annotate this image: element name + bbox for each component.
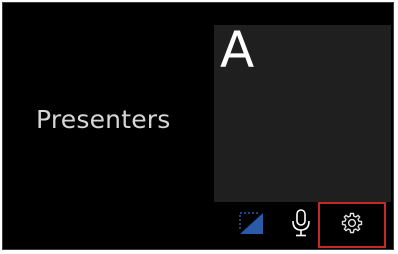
presenters-panel: Presenters A: [2, 2, 394, 250]
presenter-controls: [214, 202, 391, 248]
screen-share-button[interactable]: [234, 202, 268, 248]
screen-share-icon: [238, 211, 264, 240]
gear-icon: [340, 211, 364, 240]
presenter-initial: A: [220, 21, 255, 79]
presenters-label: Presenters: [36, 105, 171, 134]
microphone-button[interactable]: [284, 202, 318, 248]
presenter-video-tile[interactable]: A: [214, 21, 391, 202]
settings-button[interactable]: [318, 202, 386, 248]
microphone-icon: [291, 208, 311, 243]
